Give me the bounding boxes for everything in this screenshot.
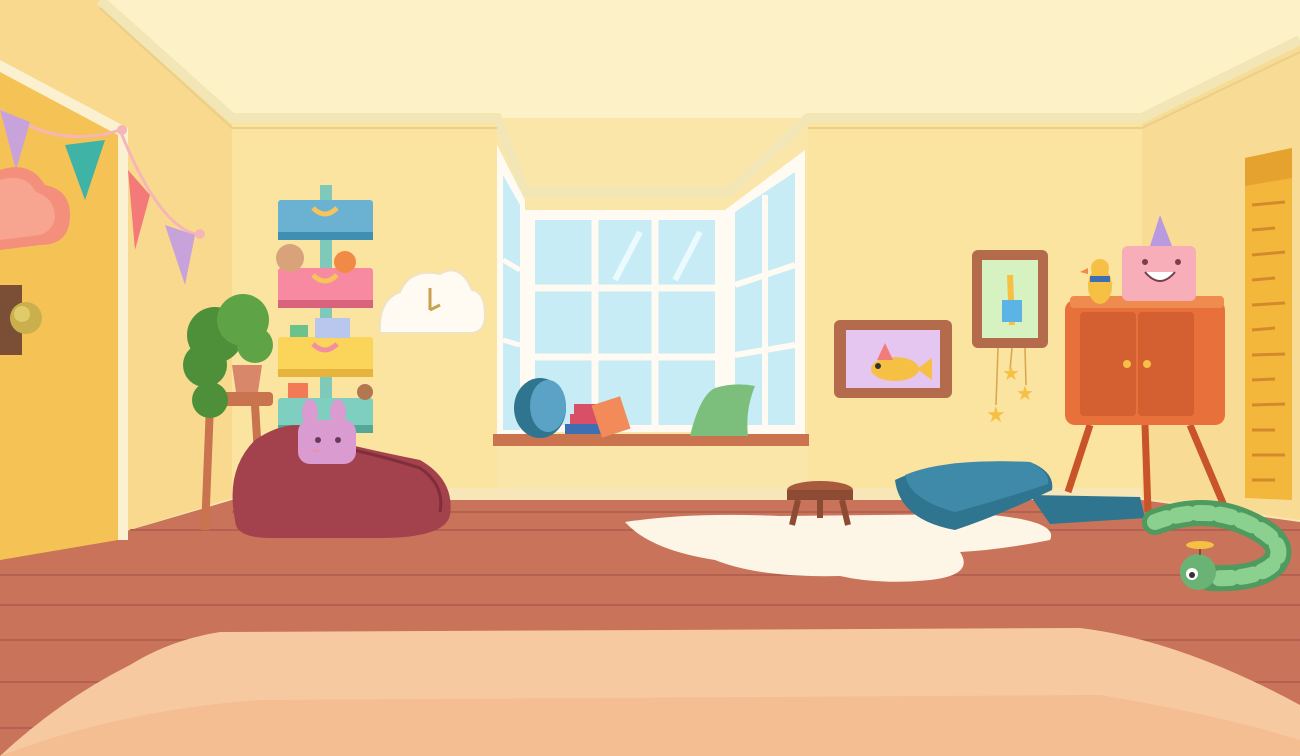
fish-picture [834, 320, 952, 398]
growth-chart [1245, 148, 1292, 500]
shelf-yellow [278, 337, 373, 377]
photo-frame [315, 318, 350, 338]
baseboard-window [497, 488, 808, 500]
svg-text:★: ★ [1016, 381, 1034, 405]
toy-car [290, 325, 308, 337]
round-cushion[interactable] [514, 378, 566, 438]
game-scene: ★ ★ ★ [0, 0, 1300, 756]
toy-ball [357, 384, 373, 400]
giraffe-picture [972, 250, 1048, 348]
shelf-blue [278, 200, 373, 240]
basketball [334, 251, 356, 273]
svg-text:★: ★ [986, 403, 1006, 428]
dog-plush [276, 244, 304, 272]
shelf-pink [278, 268, 373, 308]
toy-box [288, 383, 308, 398]
